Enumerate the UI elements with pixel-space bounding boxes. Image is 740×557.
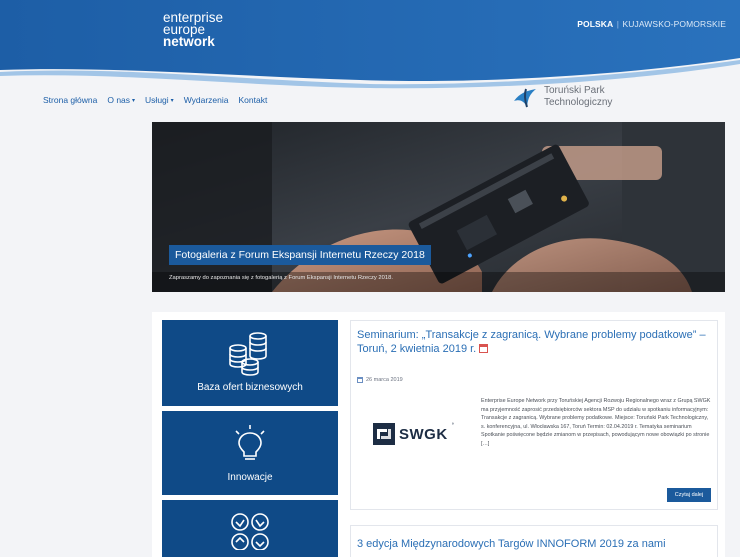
calendar-small-icon — [357, 377, 363, 383]
read-more-button[interactable]: Czytaj dalej — [667, 488, 711, 502]
handshake-icon — [231, 513, 269, 550]
torun-park-logo-icon — [514, 88, 536, 108]
tile-cooperation[interactable] — [162, 500, 338, 557]
logo-line-3: network — [163, 34, 215, 49]
hero-title[interactable]: Fotogaleria z Forum Ekspansji Internetu … — [169, 245, 431, 265]
swgk-mark-icon — [373, 423, 395, 445]
tile-business-offers[interactable]: Baza ofert biznesowych — [162, 320, 338, 406]
news-title: Seminarium: „Transakcje z zagranicą. Wyb… — [357, 329, 706, 355]
nav-item-services[interactable]: Usługi ▾ — [145, 95, 174, 105]
news-date: 26 marca 2019 — [357, 377, 403, 383]
nav-label: Kontakt — [238, 95, 268, 105]
tile-innovation[interactable]: Innowacje — [162, 411, 338, 495]
hero-photo — [152, 122, 725, 292]
nav-label: Strona główna — [43, 95, 98, 105]
content-section: Baza ofert biznesowych Innowacje Seminar… — [152, 312, 725, 557]
nav-item-events[interactable]: Wydarzenia — [184, 95, 229, 105]
news-title-link[interactable]: Seminarium: „Transakcje z zagranicą. Wyb… — [357, 328, 717, 356]
tile-label: Baza ofert biznesowych — [197, 382, 303, 393]
lightbulb-icon — [235, 425, 265, 460]
page: enterprise europe network POLSKA | KUJAW… — [0, 0, 740, 557]
main-navigation: Strona główna O nas ▾ Usługi ▾ Wydarzeni… — [43, 95, 267, 105]
enterprise-europe-network-logo[interactable]: enterprise europe network — [163, 11, 223, 49]
header-wave-background — [0, 0, 740, 89]
nav-label: Usługi — [145, 95, 169, 105]
hero-slider[interactable]: Fotogaleria z Forum Ekspansji Internetu … — [152, 122, 725, 292]
chevron-down-icon: ▾ — [132, 97, 136, 104]
nav-item-contact[interactable]: Kontakt — [239, 95, 268, 105]
hero-description: Zapraszamy do zapoznania się z fotogaler… — [169, 275, 393, 281]
news-date-text: 26 marca 2019 — [366, 377, 403, 383]
partner-name-line-2: Technologiczny — [544, 97, 613, 108]
news-title-link[interactable]: 3 edycja Międzynarodowych Targów INNOFOR… — [357, 538, 666, 550]
news-card: 3 edycja Międzynarodowych Targów INNOFOR… — [350, 525, 718, 557]
news-excerpt: Enterprise Europe Network przy Toruńskie… — [481, 398, 711, 447]
news-card: Seminarium: „Transakcje z zagranicą. Wyb… — [350, 320, 718, 510]
swgk-logo-mark: ° — [451, 423, 455, 429]
swgk-logo: SWGK ° — [373, 423, 454, 445]
chevron-down-icon: ▾ — [170, 97, 174, 104]
nav-label: Wydarzenia — [183, 95, 229, 105]
region-country: POLSKA — [577, 19, 614, 29]
region-separator: | — [616, 19, 620, 29]
region-name: KUJAWSKO-POMORSKIE — [622, 19, 726, 29]
swgk-logo-text: SWGK — [399, 425, 448, 443]
partner-logo[interactable]: Toruński Park Technologiczny — [512, 85, 612, 109]
partner-name-line-1: Toruński Park — [544, 85, 605, 96]
nav-item-home[interactable]: Strona główna — [43, 95, 97, 105]
coins-stack-icon — [229, 332, 267, 376]
region-selector[interactable]: POLSKA | KUJAWSKO-POMORSKIE — [577, 19, 726, 29]
tile-label: Innowacje — [227, 472, 273, 483]
nav-label: O nas — [107, 95, 131, 105]
header: enterprise europe network POLSKA | KUJAW… — [0, 0, 740, 92]
nav-item-about[interactable]: O nas ▾ — [107, 95, 135, 105]
calendar-icon[interactable] — [479, 344, 489, 353]
